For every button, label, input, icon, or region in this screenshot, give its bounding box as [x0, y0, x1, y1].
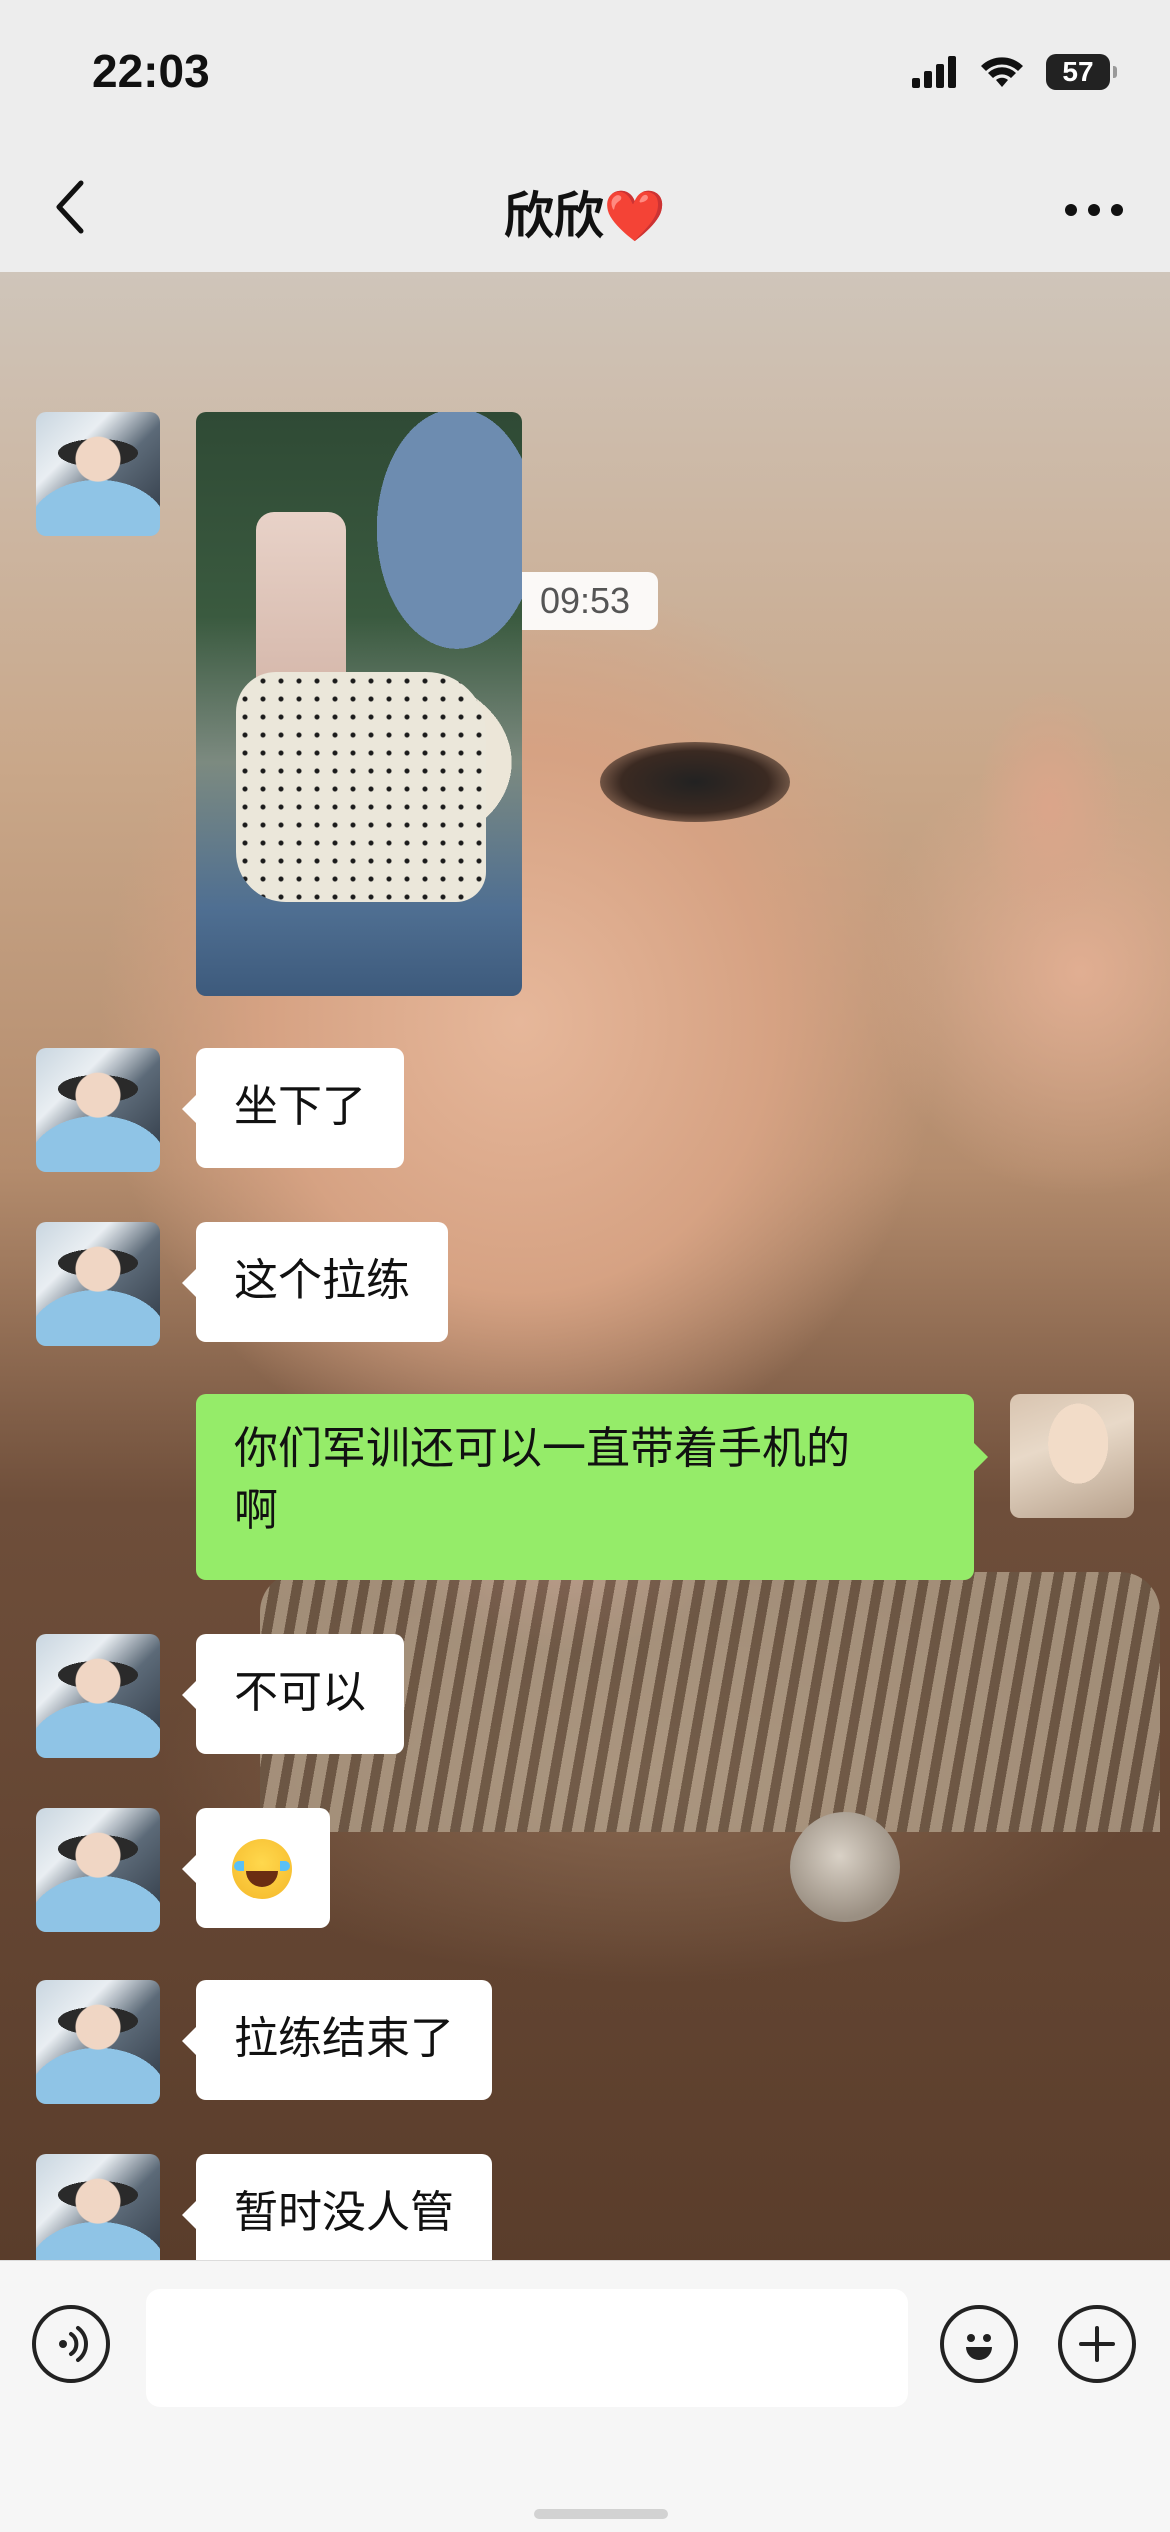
message-text: 暂时没人管: [234, 2187, 454, 2238]
self-message-bubble[interactable]: 你们军训还可以一直带着手机的 啊: [196, 1394, 988, 1580]
wifi-icon: [981, 57, 1023, 87]
battery-indicator: 57: [1046, 54, 1117, 90]
self-avatar[interactable]: [1010, 1394, 1134, 1518]
wallpaper-decoration: [600, 742, 790, 822]
message-text: 这个拉练: [234, 1255, 410, 1306]
contact-avatar[interactable]: [36, 1222, 160, 1346]
chat-screen: 22:03 57 欣欣❤️ 09:53 坐下了 这个拉练 你们军训还可以一直带着…: [0, 0, 1170, 2532]
message-text: 不可以: [234, 1667, 366, 1718]
wallpaper-decoration: [980, 692, 1120, 922]
more-options-button[interactable]: [1054, 180, 1134, 240]
more-actions-button[interactable]: [1058, 2305, 1136, 2383]
message-input[interactable]: [146, 2289, 908, 2407]
wallpaper-decoration: [790, 1812, 900, 1922]
message-bubble[interactable]: 拉练结束了: [182, 1980, 492, 2100]
voice-input-button[interactable]: [32, 2305, 110, 2383]
message-text-line: 啊: [234, 1485, 278, 1536]
plus-icon: [1079, 2326, 1115, 2362]
message-bubble[interactable]: 暂时没人管: [182, 2154, 492, 2260]
contact-avatar[interactable]: [36, 1634, 160, 1758]
contact-avatar[interactable]: [36, 1048, 160, 1172]
status-bar: 22:03 57: [0, 0, 1170, 140]
home-indicator[interactable]: [534, 2509, 668, 2519]
message-text-line: 你们军训还可以一直带着手机的: [234, 1423, 850, 1474]
message-text: 拉练结束了: [234, 2013, 454, 2064]
voice-input-icon: [59, 2326, 88, 2362]
image-message[interactable]: [196, 412, 522, 996]
status-icons: 57: [912, 54, 1117, 90]
emoji-message-bubble[interactable]: [182, 1808, 330, 1928]
message-bubble[interactable]: 不可以: [182, 1634, 404, 1754]
battery-level: 57: [1062, 56, 1094, 87]
status-time: 22:03: [92, 45, 210, 97]
chat-title: 欣欣❤️: [503, 187, 667, 245]
message-bubble[interactable]: 坐下了: [182, 1048, 404, 1168]
more-dots-icon: [1065, 204, 1123, 216]
emoji-button[interactable]: [940, 2305, 1018, 2383]
emoji-icon: [966, 2334, 992, 2360]
timestamp-divider: 09:53: [512, 572, 658, 630]
contact-avatar[interactable]: [36, 1808, 160, 1932]
message-bubble[interactable]: 这个拉练: [182, 1222, 448, 1342]
cellular-signal-icon: [912, 56, 956, 88]
contact-avatar[interactable]: [36, 2154, 160, 2260]
laughing-tears-emoji-icon: [232, 1839, 292, 1899]
nav-bar: 欣欣❤️: [0, 140, 1170, 273]
chat-message-list[interactable]: 09:53 坐下了 这个拉练 你们军训还可以一直带着手机的 啊 不可以 拉练结束…: [0, 272, 1170, 2260]
input-bar: [0, 2260, 1170, 2532]
contact-avatar[interactable]: [36, 412, 160, 536]
photo-content: [236, 672, 486, 902]
contact-avatar[interactable]: [36, 1980, 160, 2104]
message-text: 坐下了: [234, 1081, 366, 1132]
